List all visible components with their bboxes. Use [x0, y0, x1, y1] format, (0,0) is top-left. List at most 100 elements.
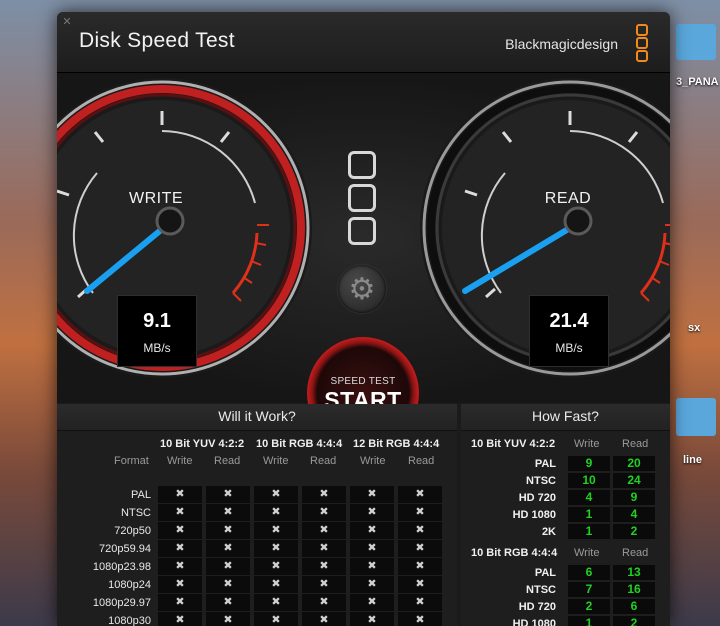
unsupported-cross-icon: ✖	[398, 522, 442, 539]
read-fps-value: 2	[613, 616, 655, 626]
write-column-header: Write	[167, 455, 193, 467]
table-row: 720p59.94 ✖ ✖ ✖ ✖ ✖ ✖	[63, 540, 451, 558]
unsupported-cross-icon: ✖	[158, 594, 202, 611]
unsupported-cross-icon: ✖	[302, 486, 346, 503]
unsupported-cross-icon: ✖	[350, 594, 394, 611]
write-label: WRITE	[128, 190, 184, 207]
close-icon[interactable]: ✕	[61, 16, 73, 28]
format-label: HD 1080	[512, 618, 556, 626]
read-column-header: Read	[622, 547, 649, 559]
desktop-folder-icon[interactable]	[676, 24, 716, 60]
unsupported-cross-icon: ✖	[350, 486, 394, 503]
write-fps-value: 1	[568, 507, 610, 522]
format-column-header: Format	[114, 455, 149, 467]
format-label: PAL	[131, 489, 151, 501]
group-header: 10 Bit RGB 4:4:4	[256, 438, 343, 450]
group-header: 12 Bit RGB 4:4:4	[353, 438, 440, 450]
unsupported-cross-icon: ✖	[254, 558, 298, 575]
read-fps-value: 20	[613, 456, 655, 471]
desktop-label[interactable]: 3_PANA	[676, 76, 719, 88]
format-label: 2K	[541, 526, 556, 538]
read-readout: 21.4 MB/s	[529, 295, 609, 367]
unsupported-cross-icon: ✖	[158, 522, 202, 539]
write-fps-value: 9	[568, 456, 610, 471]
unsupported-cross-icon: ✖	[302, 612, 346, 626]
desktop-label[interactable]: sx	[688, 322, 700, 334]
read-fps-value: 4	[613, 507, 655, 522]
table-row: HD 1080 1 2	[461, 616, 666, 626]
write-readout: 9.1 MB/s	[117, 295, 197, 367]
unsupported-cross-icon: ✖	[302, 576, 346, 593]
write-column-header: Write	[263, 455, 289, 467]
unsupported-cross-icon: ✖	[254, 486, 298, 503]
read-fps-value: 16	[613, 582, 655, 597]
unsupported-cross-icon: ✖	[158, 504, 202, 521]
unsupported-cross-icon: ✖	[350, 612, 394, 626]
format-label: 1080p30	[108, 615, 151, 626]
format-label: 720p59.94	[99, 543, 151, 555]
unsupported-cross-icon: ✖	[158, 576, 202, 593]
format-label: NTSC	[526, 584, 556, 596]
table-row: 1080p23.98 ✖ ✖ ✖ ✖ ✖ ✖	[63, 558, 451, 576]
read-fps-value: 24	[613, 473, 655, 488]
unsupported-cross-icon: ✖	[398, 540, 442, 557]
table-row: PAL ✖ ✖ ✖ ✖ ✖ ✖	[63, 486, 451, 504]
table-row: 1080p24 ✖ ✖ ✖ ✖ ✖ ✖	[63, 576, 451, 594]
read-label: READ	[544, 190, 592, 207]
read-fps-value: 6	[613, 599, 655, 614]
title-bar[interactable]: ✕ Disk Speed Test Blackmagicdesign	[57, 12, 670, 73]
write-column-header: Write	[574, 547, 600, 559]
how-fast-title: How Fast?	[461, 404, 670, 431]
unsupported-cross-icon: ✖	[350, 522, 394, 539]
unsupported-cross-icon: ✖	[206, 540, 250, 557]
desktop-label[interactable]: line	[683, 454, 702, 466]
write-column-header: Write	[360, 455, 386, 467]
disk-speed-test-window: ✕ Disk Speed Test Blackmagicdesign WRITE…	[57, 12, 670, 626]
blackmagic-logo-icon	[636, 24, 648, 62]
read-value: 21.4	[549, 310, 589, 332]
start-button-caption: SPEED TEST	[330, 376, 396, 387]
settings-gear-icon[interactable]: ⚙	[338, 265, 386, 313]
will-it-work-panel: Will it Work? 10 Bit YUV 4:2:2 10 Bit RG…	[57, 404, 457, 626]
read-unit: MB/s	[555, 341, 583, 355]
blackmagic-center-logo-icon	[348, 151, 376, 250]
format-label: HD 720	[518, 601, 556, 613]
table-row: NTSC 7 16	[461, 582, 666, 598]
unsupported-cross-icon: ✖	[398, 594, 442, 611]
brand-name: Blackmagicdesign	[505, 36, 618, 52]
unsupported-cross-icon: ✖	[158, 612, 202, 626]
unsupported-cross-icon: ✖	[206, 522, 250, 539]
how-fast-panel: How Fast? 10 Bit YUV 4:2:2 Write Read PAL 9 2…	[461, 404, 670, 626]
table-row: 1080p29.97 ✖ ✖ ✖ ✖ ✖ ✖	[63, 594, 451, 612]
unsupported-cross-icon: ✖	[158, 540, 202, 557]
section-header: 10 Bit YUV 4:2:2	[471, 438, 556, 450]
write-fps-value: 4	[568, 490, 610, 505]
unsupported-cross-icon: ✖	[302, 540, 346, 557]
unsupported-cross-icon: ✖	[302, 594, 346, 611]
section-header: 10 Bit RGB 4:4:4	[471, 547, 558, 559]
unsupported-cross-icon: ✖	[254, 594, 298, 611]
read-fps-value: 2	[613, 524, 655, 539]
read-column-header: Read	[408, 455, 435, 467]
desktop-folder-icon[interactable]	[676, 398, 716, 436]
format-label: 1080p24	[108, 579, 151, 591]
format-label: HD 1080	[512, 509, 556, 521]
table-row: PAL 6 13	[461, 565, 666, 581]
write-fps-value: 2	[568, 599, 610, 614]
table-row: 2K 1 2	[461, 524, 666, 540]
write-value: 9.1	[143, 310, 171, 332]
write-fps-value: 1	[568, 616, 610, 626]
unsupported-cross-icon: ✖	[206, 576, 250, 593]
read-fps-value: 13	[613, 565, 655, 580]
unsupported-cross-icon: ✖	[350, 540, 394, 557]
unsupported-cross-icon: ✖	[254, 576, 298, 593]
table-row: 720p50 ✖ ✖ ✖ ✖ ✖ ✖	[63, 522, 451, 540]
format-label: 1080p29.97	[92, 597, 151, 609]
write-unit: MB/s	[143, 341, 171, 355]
unsupported-cross-icon: ✖	[398, 558, 442, 575]
table-row: HD 720 4 9	[461, 490, 666, 506]
write-column-header: Write	[574, 438, 600, 450]
unsupported-cross-icon: ✖	[206, 486, 250, 503]
read-fps-value: 9	[613, 490, 655, 505]
table-row: 1080p30 ✖ ✖ ✖ ✖ ✖ ✖	[63, 612, 451, 626]
